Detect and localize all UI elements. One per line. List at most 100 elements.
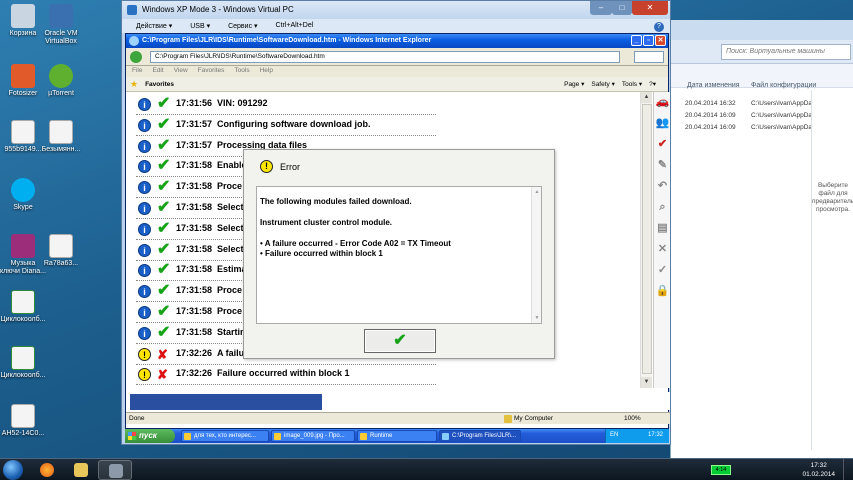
desktop-icon-file-2[interactable]: Безымянн... [38,120,84,154]
favorites-star-icon[interactable]: ★ [130,79,138,90]
win7-clock[interactable]: 17:32 01.02.2014 [802,461,835,479]
desktop-icon-utorrent[interactable]: µTorrent [38,64,84,98]
desktop-icon-excel-2[interactable]: Циклокоолб... [0,346,46,380]
log-message: Failure occurred within block 1 [217,368,350,379]
tick-icon[interactable]: ✓ [655,262,670,279]
column-modified[interactable]: Дата изменения [687,82,740,89]
message-scrollbar[interactable]: ▲ ▼ [531,187,541,323]
settings-check-icon[interactable]: ✔ [655,136,670,153]
log-row: i ✔ 17:31:56 VIN: 091292 [136,94,436,115]
taskbar-virtual-pc[interactable] [98,460,132,480]
lock-icon[interactable]: 🔒 [655,283,670,300]
desktop-icon-file-3[interactable]: Ra78a63... [38,234,84,268]
xp-task-button[interactable]: для тех, кто интерес... [181,430,269,442]
dialog-title: Error [280,162,300,172]
info-icon: i [138,264,151,278]
technician-icon[interactable]: 👥 [655,115,670,132]
language-indicator[interactable]: EN [610,432,618,438]
menu-edit[interactable]: Edit [152,67,163,77]
excel-file-icon [11,346,35,370]
tools-icon[interactable]: ✎ [655,157,670,174]
cancel-icon[interactable]: ✕ [655,241,670,258]
menu-file[interactable]: File [132,67,142,77]
folder-icon [184,433,191,440]
explorer-search-input[interactable]: Поиск: Виртуальные машины [721,44,851,60]
info-icon: i [138,285,151,299]
menu-help[interactable]: Help [260,67,273,77]
security-zone: My Computer [514,415,554,422]
xp-task-button[interactable]: Runtime [357,430,437,442]
ie-status-bar: Done My Computer 100% [126,412,670,424]
error-bullet: • A failure occurred - Error Code A02 = … [260,239,451,248]
utorrent-icon [49,64,73,88]
ie-maximize-button[interactable]: ▫ [643,35,654,46]
desktop-icon-file-4[interactable]: AH52-14C0... [0,404,46,438]
info-icon: i [138,160,151,174]
show-desktop-button[interactable] [843,459,853,480]
vertical-scrollbar[interactable]: ▲ ▼ [640,92,652,388]
ie-close-button[interactable]: ✕ [655,35,666,46]
log-time: 17:32:26 [176,347,213,358]
vehicle-icon[interactable]: 🚗 [655,94,670,111]
menu-tools[interactable]: Tools [234,67,249,77]
undo-icon[interactable]: ↶ [655,178,670,195]
minimize-button[interactable]: – [590,1,612,15]
scroll-down-arrow-icon[interactable]: ▼ [532,313,542,323]
checkmark-icon: ✔ [393,332,407,349]
taskbar-firefox[interactable] [30,460,64,480]
search-icon[interactable]: ⌕ [655,199,670,216]
column-config[interactable]: Файл конфигурации [751,82,816,89]
excel-file-icon [11,290,35,314]
desktop-icon-excel-1[interactable]: Циклокоолб... [0,290,46,324]
maximize-button[interactable]: □ [612,1,632,15]
warning-icon: ! [260,160,273,173]
favorites-button[interactable]: Favorites [145,81,174,88]
log-time: 17:31:57 [176,139,213,150]
taskbar-explorer[interactable] [64,460,98,480]
battery-icon[interactable]: 4:14 [711,465,731,475]
menu-ctrl-alt-del[interactable]: Ctrl+Alt+Del [276,22,314,33]
back-arrow-icon[interactable] [130,51,142,63]
folder-icon [74,463,88,477]
checkmark-icon: ✔ [157,136,171,154]
menu-usb[interactable]: USB ▾ [190,22,210,33]
checkmark-icon: ✔ [157,157,171,175]
fotosizer-icon [11,64,35,88]
menu-tools[interactable]: Сервис ▾ [228,22,257,33]
xp-task-button[interactable]: image_009.jpg - Про... [271,430,355,442]
log-time: 17:31:58 [176,326,213,337]
menu-view[interactable]: View [174,67,188,77]
scroll-up-arrow-icon[interactable]: ▲ [641,92,652,103]
desktop-icon-virtualbox[interactable]: Oracle VM VirtualBox [38,4,84,46]
address-input[interactable]: C:\Program Files\JLR\IDS\Runtime\Softwar… [150,51,620,63]
close-button[interactable]: ✕ [632,1,668,15]
scroll-up-arrow-icon[interactable]: ▲ [532,187,542,197]
start-orb[interactable] [3,460,23,480]
log-message: VIN: 091292 [217,98,268,108]
scrollbar-thumb[interactable] [642,104,652,374]
help-icon[interactable]: ? [654,22,664,32]
menu-action[interactable]: Действие ▾ [136,22,172,33]
tools-menu[interactable]: Tools ▾ [622,80,642,88]
menu-favorites[interactable]: Favorites [198,67,225,77]
scroll-down-arrow-icon[interactable]: ▼ [641,377,652,388]
ok-button[interactable]: ✔ [364,329,436,353]
skype-icon [11,178,35,202]
safety-menu[interactable]: Safety ▾ [591,80,615,88]
ie-minimize-button[interactable]: _ [631,35,642,46]
ie-search-input[interactable] [634,51,664,63]
zoom-level[interactable]: 100% [624,415,641,422]
page-menu[interactable]: Page ▾ [564,80,584,88]
vpc-menu-bar: Действие ▾ USB ▾ Сервис ▾ Ctrl+Alt+Del ? [122,19,670,33]
log-time: 17:31:57 [176,118,213,129]
desktop-icon-skype[interactable]: Skype [0,178,46,212]
error-dialog: ! Error The following modules failed dow… [243,149,555,359]
log-message: Proce [217,285,243,296]
xp-task-button-active[interactable]: C:\Program Files\JLR\... [439,430,521,442]
document-file-icon [49,120,73,144]
document-icon[interactable]: ▤ [655,220,670,237]
error-bullet: • Failure occurred within block 1 [260,249,383,258]
help-menu[interactable]: ?▾ [649,80,656,88]
xp-start-button[interactable]: пуск [125,429,175,443]
log-row: i ✔ 17:31:57 Configuring software download … [136,115,436,136]
